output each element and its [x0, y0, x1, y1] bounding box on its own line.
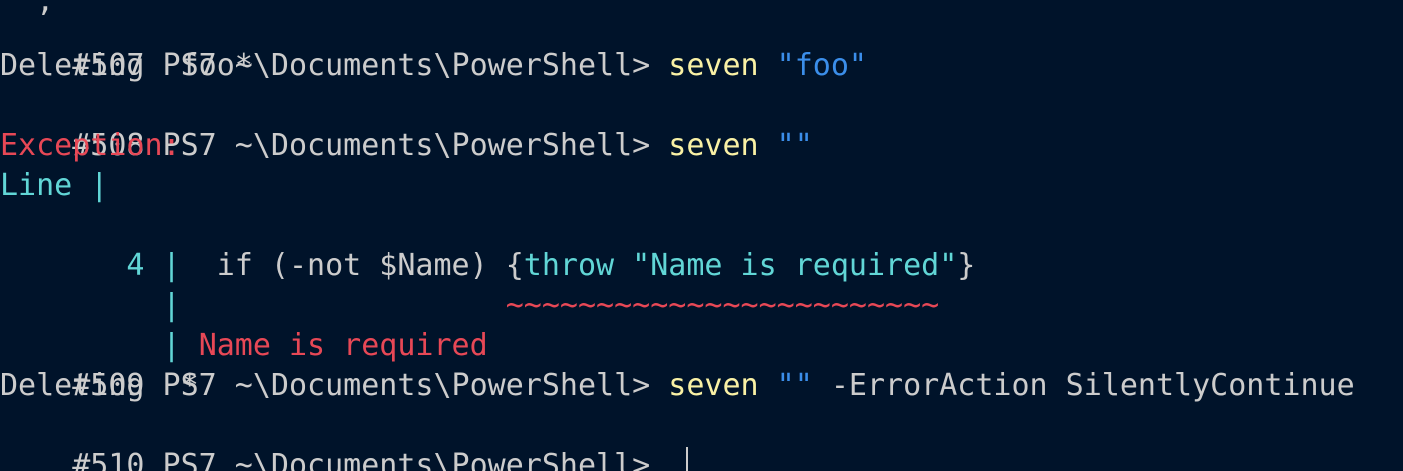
output-line: Deleting foo* [0, 48, 253, 83]
code-suffix: } [957, 248, 976, 283]
error-code-line: 4 | if (-not $Name) {throw "Name is requ… [0, 206, 975, 283]
prompt-line-509: #509 PS7 ~\Documents\PowerShell> seven "… [0, 326, 1354, 403]
error-line-header: Line | [0, 168, 109, 203]
command-argument: "foo" [758, 48, 867, 83]
prompt-line-508: #508 PS7 ~\Documents\PowerShell> seven "… [0, 86, 813, 163]
text-cursor[interactable] [686, 446, 689, 471]
exception-header: Exception: [0, 128, 181, 163]
command-name: seven [668, 48, 759, 83]
prompt-text: #510 PS7 ~\Documents\PowerShell> [72, 448, 669, 471]
error-message-line: | Name is required [0, 286, 488, 363]
command-name: seven [668, 368, 759, 403]
command-argument: "" [758, 128, 813, 163]
error-underline-line: | ~~~~~~~~~~~~~~~~~~~~~~~~ [0, 246, 940, 323]
command-argument: "" [758, 368, 813, 403]
command-parameters: -ErrorAction SilentlyContinue [812, 368, 1355, 403]
prompt-line-510[interactable]: #510 PS7 ~\Documents\PowerShell> [0, 406, 689, 471]
command-name: seven [668, 128, 759, 163]
prompt-line-507: #507 PS7 ~\Documents\PowerShell> seven "… [0, 6, 867, 83]
output-line: Deleting * [0, 368, 199, 403]
terminal-window[interactable]: , #507 PS7 ~\Documents\PowerShell> seven… [0, 0, 1403, 471]
